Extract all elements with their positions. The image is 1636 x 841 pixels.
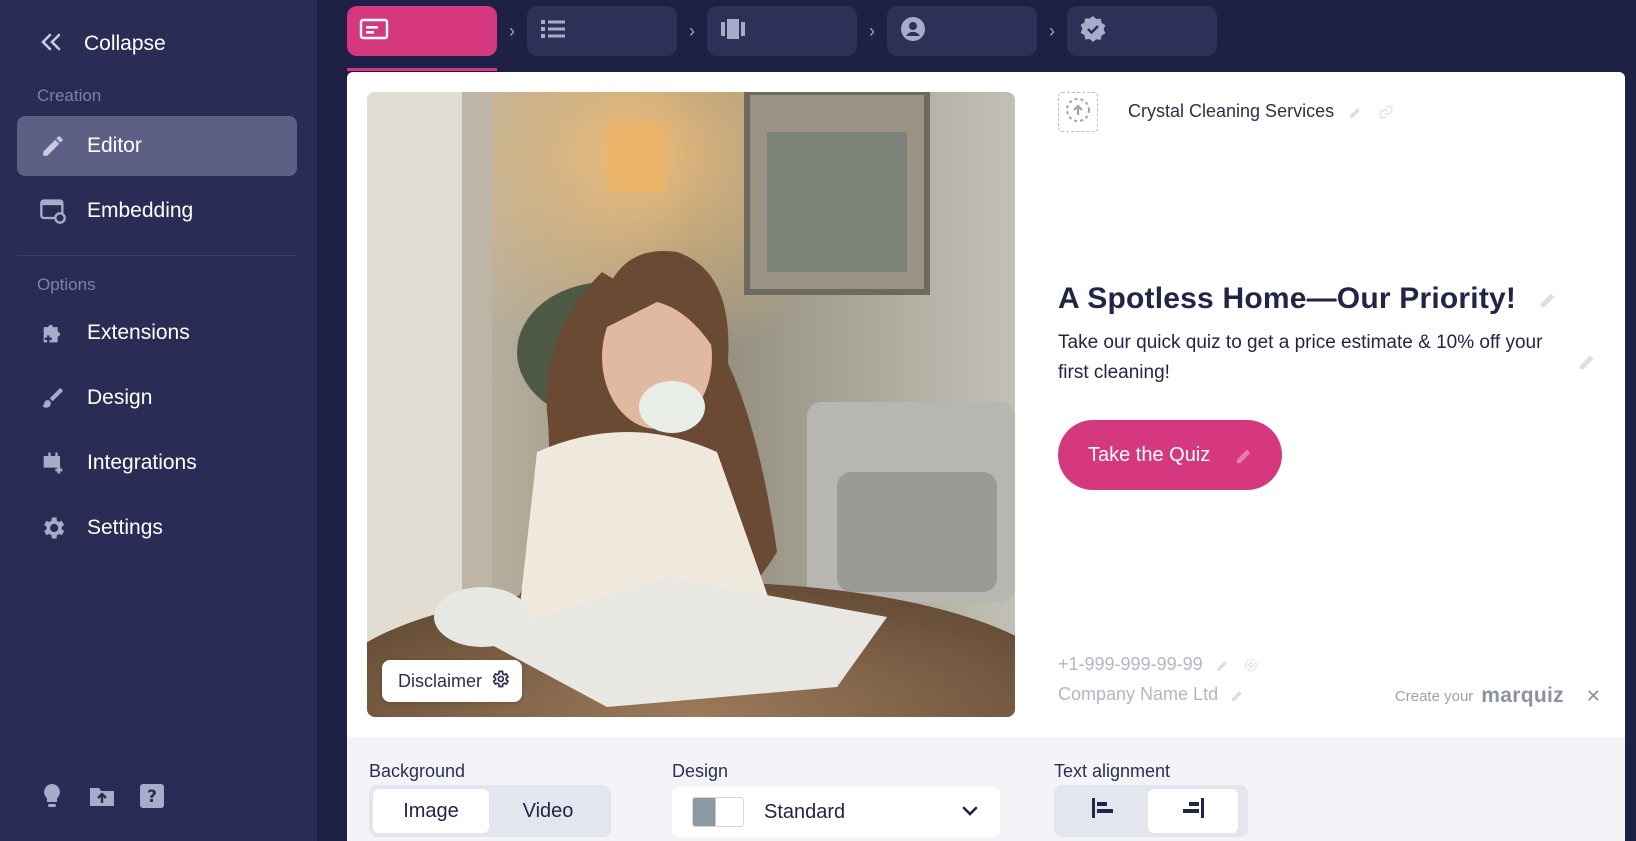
sidebar-item-editor[interactable]: Editor	[17, 116, 297, 176]
list-icon	[539, 17, 567, 46]
sidebar-item-extensions[interactable]: Extensions	[17, 303, 297, 363]
gear-icon	[490, 669, 510, 694]
disclaimer-button[interactable]: Disclaimer	[382, 660, 523, 702]
upload-icon	[1064, 96, 1092, 129]
alignment-label: Text alignment	[1054, 761, 1171, 781]
step-thank-you[interactable]	[1067, 6, 1217, 56]
collapse-button[interactable]: Collapse	[40, 28, 166, 60]
cover-photo[interactable]: Disclaimer	[367, 92, 1015, 717]
svg-text:?: ?	[147, 787, 157, 807]
sidebar-divider	[17, 255, 297, 256]
cta-label: Take the Quiz	[1088, 443, 1211, 466]
powered-by-badge[interactable]: Create your marquiz ✕	[1395, 684, 1601, 708]
settings-bar: Background Image Video Design Standard T…	[347, 737, 1625, 841]
background-image-option[interactable]: Image	[373, 789, 489, 833]
background-toggle: Image Video	[369, 785, 611, 837]
edit-icon[interactable]	[1215, 657, 1231, 673]
design-value: Standard	[764, 800, 846, 823]
lightbulb-icon[interactable]	[38, 782, 66, 810]
headline[interactable]: A Spotless Home—Our Priority!	[1058, 282, 1560, 316]
design-thumbnail	[692, 797, 744, 827]
sidebar-bottom-icons: ?	[38, 782, 166, 810]
embed-gear-icon	[35, 193, 71, 229]
start-page-icon	[359, 17, 389, 46]
sidebar-item-integrations[interactable]: Integrations	[17, 433, 297, 493]
sidebar-item-settings[interactable]: Settings	[17, 498, 297, 558]
sidebar-item-label: Settings	[87, 516, 163, 539]
sidebar-item-label: Extensions	[87, 321, 190, 344]
step-navigation: › › › ›	[347, 6, 1217, 56]
sidebar-item-label: Integrations	[87, 451, 197, 474]
edit-icon[interactable]	[1577, 350, 1599, 372]
edit-icon[interactable]	[1538, 288, 1560, 310]
disclaimer-label: Disclaimer	[398, 670, 483, 691]
folder-upload-icon[interactable]	[88, 782, 116, 810]
edit-icon[interactable]	[1230, 687, 1246, 703]
step-separator: ›	[509, 20, 515, 41]
close-icon[interactable]: ✕	[1586, 686, 1601, 707]
edit-icon[interactable]	[1348, 104, 1364, 120]
align-left-icon	[1090, 796, 1116, 826]
contact-icon	[899, 15, 927, 48]
sidebar-item-label: Editor	[87, 134, 142, 157]
edit-icon[interactable]	[1234, 444, 1256, 466]
align-left-button[interactable]	[1058, 789, 1148, 833]
design-select[interactable]: Standard	[672, 787, 1000, 837]
step-questions[interactable]	[527, 6, 677, 56]
company-name[interactable]: Company Name Ltd	[1058, 684, 1246, 705]
take-quiz-button[interactable]: Take the Quiz	[1058, 420, 1282, 490]
sidebar: Collapse Creation Editor Embedding Optio…	[0, 0, 317, 841]
pencil-icon	[35, 128, 71, 164]
sidebar-item-design[interactable]: Design	[17, 368, 297, 428]
sidebar-item-label: Embedding	[87, 199, 194, 222]
verified-icon	[1079, 15, 1107, 48]
company-header-text: Crystal Cleaning Services	[1128, 101, 1335, 121]
brand-prefix: Create your	[1394, 687, 1474, 705]
help-icon[interactable]: ?	[138, 782, 166, 810]
headline-text: A Spotless Home—Our Priority!	[1058, 282, 1517, 315]
section-label-options: Options	[37, 275, 96, 294]
quiz-preview-card: Disclaimer Crystal Cleaning Services A S…	[347, 72, 1625, 737]
step-separator: ›	[689, 20, 695, 41]
link-icon[interactable]	[1378, 104, 1394, 120]
chevron-down-icon	[960, 801, 980, 826]
gear-icon[interactable]	[1243, 657, 1259, 673]
step-separator: ›	[1049, 20, 1055, 41]
section-label-creation: Creation	[37, 86, 102, 105]
background-label: Background	[369, 761, 466, 781]
puzzle-add-icon	[35, 315, 71, 351]
active-step-indicator	[347, 68, 497, 71]
company-name-text: Company Name Ltd	[1058, 684, 1219, 704]
sidebar-item-embedding[interactable]: Embedding	[17, 181, 297, 241]
step-contacts[interactable]	[887, 6, 1037, 56]
phone-number[interactable]: +1-999-999-99-99	[1058, 654, 1259, 675]
step-start-page[interactable]	[347, 6, 497, 56]
plug-add-icon	[35, 445, 71, 481]
cover-photo-illustration	[367, 92, 1015, 717]
chevrons-left-icon	[40, 33, 62, 56]
company-header[interactable]: Crystal Cleaning Services	[1128, 101, 1394, 122]
align-right-button[interactable]	[1148, 789, 1238, 833]
collapse-label: Collapse	[84, 32, 166, 55]
align-right-icon	[1180, 796, 1206, 826]
step-separator: ›	[869, 20, 875, 41]
logo-upload[interactable]	[1058, 92, 1098, 132]
gear-icon	[35, 510, 71, 546]
brand-logo: marquiz	[1481, 684, 1564, 707]
alignment-toggle	[1054, 785, 1248, 837]
sidebar-item-label: Design	[87, 386, 153, 409]
background-video-option[interactable]: Video	[489, 789, 607, 833]
cards-icon	[719, 17, 747, 46]
step-results[interactable]	[707, 6, 857, 56]
brush-icon	[35, 380, 71, 416]
phone-text: +1-999-999-99-99	[1058, 654, 1203, 674]
design-label: Design	[672, 761, 729, 781]
subtext[interactable]: Take our quick quiz to get a price estim…	[1058, 328, 1548, 388]
